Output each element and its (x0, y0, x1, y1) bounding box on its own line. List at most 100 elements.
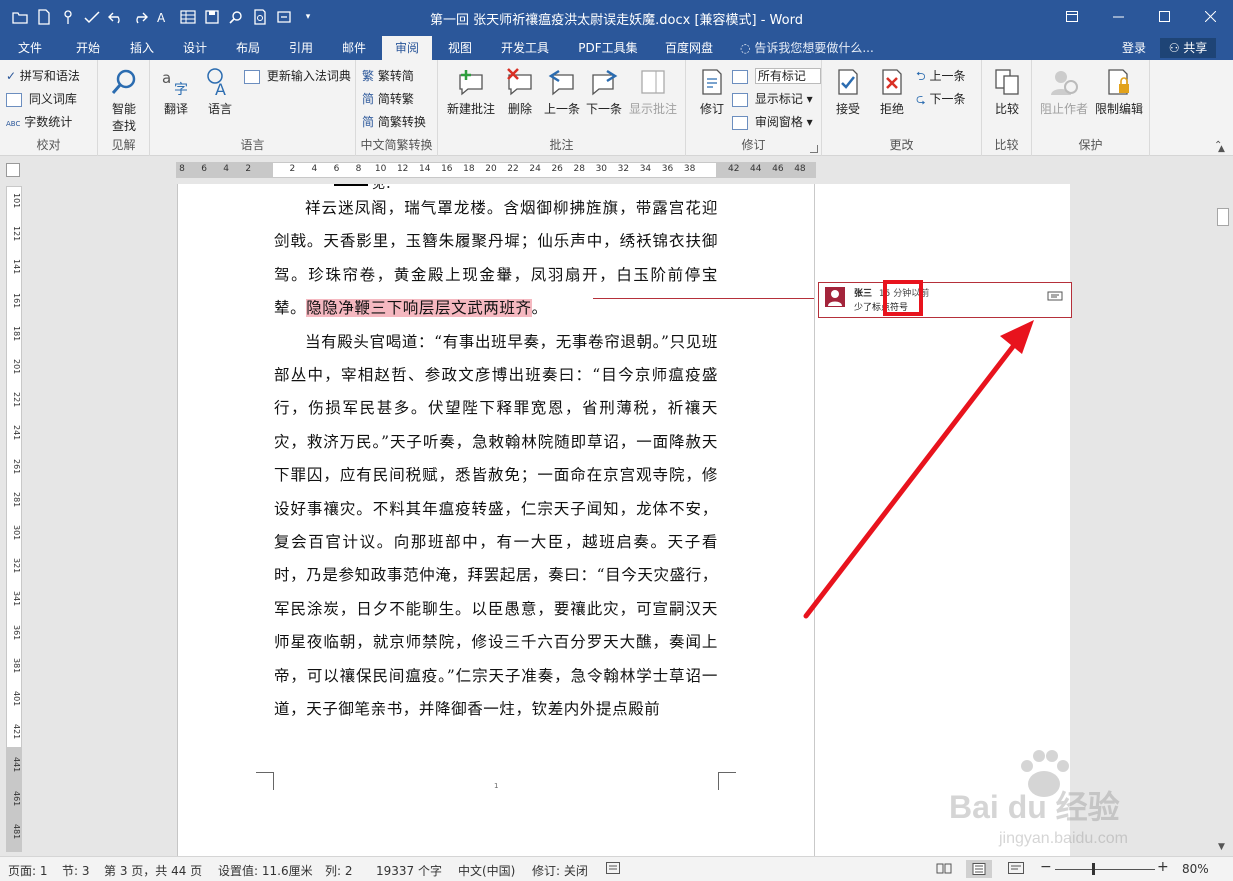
tab-file[interactable]: 文件 (6, 36, 54, 60)
watermark-brand: Bai du 经验 (949, 789, 1120, 825)
comment-balloon[interactable]: 张三 15 分钟以前 少了标点符号 (818, 282, 1072, 318)
tab-layout[interactable]: 布局 (224, 36, 272, 60)
scroll-up-icon[interactable]: ▲ (1218, 144, 1225, 154)
maximize-icon[interactable] (1141, 0, 1187, 32)
zoom-in-icon[interactable]: + (1157, 859, 1169, 875)
tab-home[interactable]: 开始 (64, 36, 112, 60)
restrict-editing-button[interactable]: 限制编辑 (1092, 66, 1146, 117)
tab-baidu-netdisk[interactable]: 百度网盘 (654, 36, 724, 60)
ruler-number: 44 (750, 164, 762, 174)
language-button[interactable]: A 语言 (198, 66, 242, 117)
thesaurus-button[interactable]: 同义词库 (6, 89, 77, 109)
web-layout-icon[interactable] (1008, 862, 1024, 877)
markup-icon (732, 69, 748, 84)
watermark-url: jingyan.baidu.com (999, 830, 1128, 847)
tab-insert[interactable]: 插入 (118, 36, 166, 60)
group-changes: 接受 拒绝 ⮌ 上一条 ⮎ 下一条 更改 (822, 60, 982, 156)
vertical-scrollbar[interactable]: ▲ ▼ (1213, 144, 1233, 856)
tab-pdf-tools[interactable]: PDF工具集 (570, 36, 646, 60)
language-icon: A (204, 66, 236, 98)
accept-button[interactable]: 接受 (826, 66, 870, 117)
ribbon-display-icon[interactable] (1049, 0, 1095, 32)
print-layout-icon[interactable] (966, 860, 992, 878)
ruler-number: 8 (179, 164, 185, 174)
show-markup-icon (732, 92, 748, 107)
group-language: a字 翻译 A 语言 更新输入法词典 语言 (150, 60, 356, 156)
compare-button[interactable]: 比较 (985, 66, 1029, 117)
page-number: 1 (494, 782, 499, 790)
tab-view[interactable]: 视图 (436, 36, 484, 60)
read-mode-icon[interactable] (936, 862, 952, 877)
tab-review[interactable]: 审阅 (382, 36, 432, 60)
previous-change-button[interactable]: ⮌ 上一条 (916, 66, 965, 86)
reply-icon[interactable] (1047, 289, 1063, 303)
vertical-ruler-number: 381 (12, 657, 21, 674)
status-word-count[interactable]: 19337 个字 (376, 862, 442, 879)
close-icon[interactable] (1187, 0, 1233, 32)
new-comment-button[interactable]: 新建批注 (444, 66, 498, 117)
share-button[interactable]: ⚇ 共享 (1160, 38, 1216, 58)
reject-label: 拒绝 (879, 102, 904, 116)
status-column[interactable]: 列: 2 (325, 862, 353, 879)
tracking-dialog-launcher[interactable] (810, 145, 818, 153)
scroll-down-icon[interactable]: ▼ (1218, 842, 1225, 852)
next-comment-label: 下一条 (585, 102, 622, 116)
commented-text-highlight[interactable]: 隐隐净鞭三下响层层文武两班齐 (306, 299, 532, 318)
login-link[interactable]: 登录 (1122, 36, 1146, 60)
zoom-out-icon[interactable]: − (1040, 859, 1052, 875)
minimize-icon[interactable] (1095, 0, 1141, 32)
simp-trad-icon: 简 (362, 92, 375, 106)
simp-trad-convert-label: 简繁转换 (377, 115, 426, 129)
update-ime-button[interactable]: 更新输入法词典 (244, 66, 351, 86)
ruler-number: 22 (507, 164, 519, 174)
markup-value: 所有标记 (754, 68, 821, 84)
delete-comment-button[interactable]: 删除 (498, 66, 542, 117)
trad-simp-icon: 繁 (362, 69, 375, 83)
ruler-number: 24 (529, 164, 541, 174)
smart-lookup-label-1: 智能 (111, 102, 136, 116)
tell-me-box[interactable]: ◌ 告诉我您想要做什么... (740, 36, 874, 60)
status-language[interactable]: 中文(中国) (458, 862, 515, 879)
zoom-level[interactable]: 80% (1182, 862, 1209, 876)
tab-selector[interactable] (6, 163, 20, 177)
status-section[interactable]: 节: 3 (62, 862, 90, 879)
tab-references[interactable]: 引用 (277, 36, 325, 60)
previous-comment-button[interactable]: 上一条 (540, 66, 584, 117)
ruler-number: 18 (463, 164, 475, 174)
spell-check-icon: ✓ (6, 69, 17, 83)
next-change-button[interactable]: ⮎ 下一条 (916, 89, 965, 109)
trad-to-simp-button[interactable]: 繁 繁转简 (362, 66, 414, 86)
spelling-grammar-button[interactable]: ✓ 拼写和语法 (6, 66, 80, 86)
document-body[interactable]: 见： 祥云迷凤阁，瑞气罩龙楼。含烟御柳拂旌旗，带露宫花迎剑戟。天香影里，玉簪朱履… (274, 184, 718, 727)
scroll-thumb[interactable] (1217, 208, 1229, 226)
word-count-button[interactable]: ABC 字数统计 (6, 112, 72, 132)
zoom-slider-thumb[interactable] (1092, 863, 1095, 875)
track-changes-button[interactable]: 修订 (690, 66, 734, 117)
markup-dropdown[interactable]: 所有标记 (732, 66, 821, 86)
group-compare: 比较 比较 (982, 60, 1032, 156)
status-position[interactable]: 设置值: 11.6厘米 (218, 862, 313, 879)
reviewing-pane-button[interactable]: 审阅窗格 ▾ (732, 112, 813, 132)
show-markup-label: 显示标记 (754, 92, 803, 106)
group-proofing: ✓ 拼写和语法 同义词库 ABC 字数统计 校对 (0, 60, 98, 156)
vertical-ruler[interactable]: 101 121 141 161 181 201 221 241 261 281 301 321 341 3… (6, 186, 22, 852)
next-comment-button[interactable]: 下一条 (582, 66, 626, 117)
reject-button[interactable]: 拒绝 (870, 66, 914, 117)
simp-trad-convert-button[interactable]: 简 简繁转换 (362, 112, 426, 132)
tab-developer[interactable]: 开发工具 (490, 36, 560, 60)
status-page[interactable]: 页面: 1 (8, 862, 48, 879)
show-comments-button[interactable]: 显示批注 (626, 66, 680, 117)
show-markup-button[interactable]: 显示标记 ▾ (732, 89, 813, 109)
block-authors-button[interactable]: 阻止作者 (1038, 66, 1090, 117)
horizontal-ruler[interactable]: 8 6 4 2 2 4 6 8 10 12 14 16 18 20 22 24 26 28 30 32 34 36 38 42… (176, 162, 816, 178)
zoom-slider-track[interactable] (1055, 869, 1155, 870)
tab-mailings[interactable]: 邮件 (330, 36, 378, 60)
smart-lookup-button[interactable]: 智能 查找 (102, 66, 146, 134)
macro-record-icon[interactable] (606, 862, 620, 877)
simp-to-trad-button[interactable]: 简 简转繁 (362, 89, 414, 109)
tab-design[interactable]: 设计 (171, 36, 219, 60)
translate-label: 翻译 (163, 102, 188, 116)
status-track-changes[interactable]: 修订: 关闭 (532, 862, 588, 879)
translate-button[interactable]: a字 翻译 (154, 66, 198, 117)
status-pages[interactable]: 第 3 页，共 44 页 (104, 862, 202, 879)
